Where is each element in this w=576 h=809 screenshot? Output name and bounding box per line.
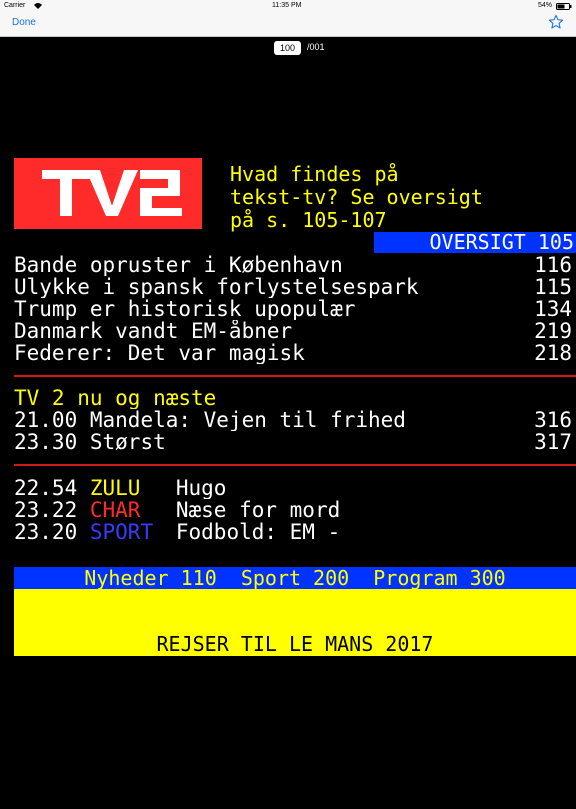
- now-next-title: TV 2 nu og næste: [14, 387, 217, 409]
- program-title: Størst: [89, 431, 166, 453]
- star-icon[interactable]: [548, 14, 564, 30]
- channel-row: 23.20 SPORT Fodbold: EM -: [14, 521, 576, 543]
- channel-time: 22.54: [14, 477, 78, 499]
- headline-page: 134: [534, 298, 572, 320]
- tv2-logo: [14, 158, 202, 229]
- channel-time: 23.22: [14, 499, 78, 521]
- headline-text: Trump er historisk upopulær: [14, 298, 356, 320]
- channel-time: 23.20: [14, 521, 78, 543]
- channel-program: Næse for mord: [175, 499, 341, 521]
- status-bar: Carrier 11:35 PM 54%: [0, 0, 576, 12]
- wifi-icon: [33, 2, 43, 12]
- subpage-label: /001: [307, 42, 325, 52]
- headline-row[interactable]: Danmark vandt EM-åbner 219: [14, 320, 576, 342]
- header-line-3: på s. 105-107: [230, 208, 387, 232]
- ad-line: REJSER TIL LE MANS 2017: [156, 632, 434, 656]
- headline-text: Bande opruster i København: [14, 254, 343, 276]
- channel-name: SPORT: [89, 521, 154, 543]
- done-button[interactable]: Done: [12, 17, 36, 28]
- headline-text: Federer: Det var magisk: [14, 342, 305, 364]
- ad-line: www.gptours.dk 7020 6383: [132, 764, 458, 788]
- headline-page: 115: [534, 276, 572, 298]
- channel-row: 22.54 ZULU Hugo: [14, 477, 576, 499]
- program-row[interactable]: 21.00 Mandela: Vejen til frihed 316: [14, 409, 576, 431]
- overview-page: 105: [537, 230, 574, 254]
- headline-row[interactable]: Federer: Det var magisk 218: [14, 342, 576, 364]
- navigation-bar: Done: [0, 12, 576, 37]
- battery-icon: [556, 3, 572, 12]
- headline-page: 219: [534, 320, 572, 342]
- headline-row[interactable]: Trump er historisk upopulær 134: [14, 298, 576, 320]
- ad-line: Kør selv fra 2400 / Bus fra 3100: [102, 698, 488, 722]
- overview-band[interactable]: OVERSIGT 105: [374, 232, 576, 253]
- advertisement: REJSER TIL LE MANS 2017 Kør selv fra 240…: [14, 589, 576, 787]
- page-number-input[interactable]: 100: [274, 41, 301, 55]
- headline-row[interactable]: Ulykke i spansk forlystelsespark 115: [14, 276, 576, 298]
- battery-percent: 54%: [538, 2, 553, 9]
- headline-text: Danmark vandt EM-åbner: [14, 320, 293, 342]
- channel-name: CHAR: [89, 499, 141, 521]
- clock: 11:35 PM: [272, 2, 302, 9]
- divider: [14, 464, 576, 466]
- channel-name: ZULU: [89, 477, 141, 499]
- program-row[interactable]: 23.30 Størst 317: [14, 431, 576, 453]
- channel-program: Hugo: [175, 477, 227, 499]
- channel-row: 23.22 CHAR Næse for mord: [14, 499, 576, 521]
- program-time: 21.00: [14, 409, 78, 431]
- headline-row[interactable]: Bande opruster i København 116: [14, 254, 576, 276]
- program-page: 317: [534, 431, 572, 453]
- carrier-label: Carrier: [4, 2, 26, 9]
- headline-page: 116: [534, 254, 572, 276]
- divider: [14, 375, 576, 377]
- program-page: 316: [534, 409, 572, 431]
- overview-label: OVERSIGT: [429, 230, 526, 254]
- program-time: 23.30: [14, 431, 78, 453]
- headline-text: Ulykke i spansk forlystelsespark: [14, 276, 419, 298]
- channel-program: Fodbold: EM -: [175, 521, 341, 543]
- header-line-1: Hvad findes på: [230, 162, 399, 186]
- header-line-2: tekst-tv? Se oversigt: [230, 185, 483, 209]
- footer-links[interactable]: Nyheder 110 Sport 200 Program 300: [14, 567, 576, 589]
- headline-page: 218: [534, 342, 572, 364]
- program-title: Mandela: Vejen til frihed: [89, 409, 406, 431]
